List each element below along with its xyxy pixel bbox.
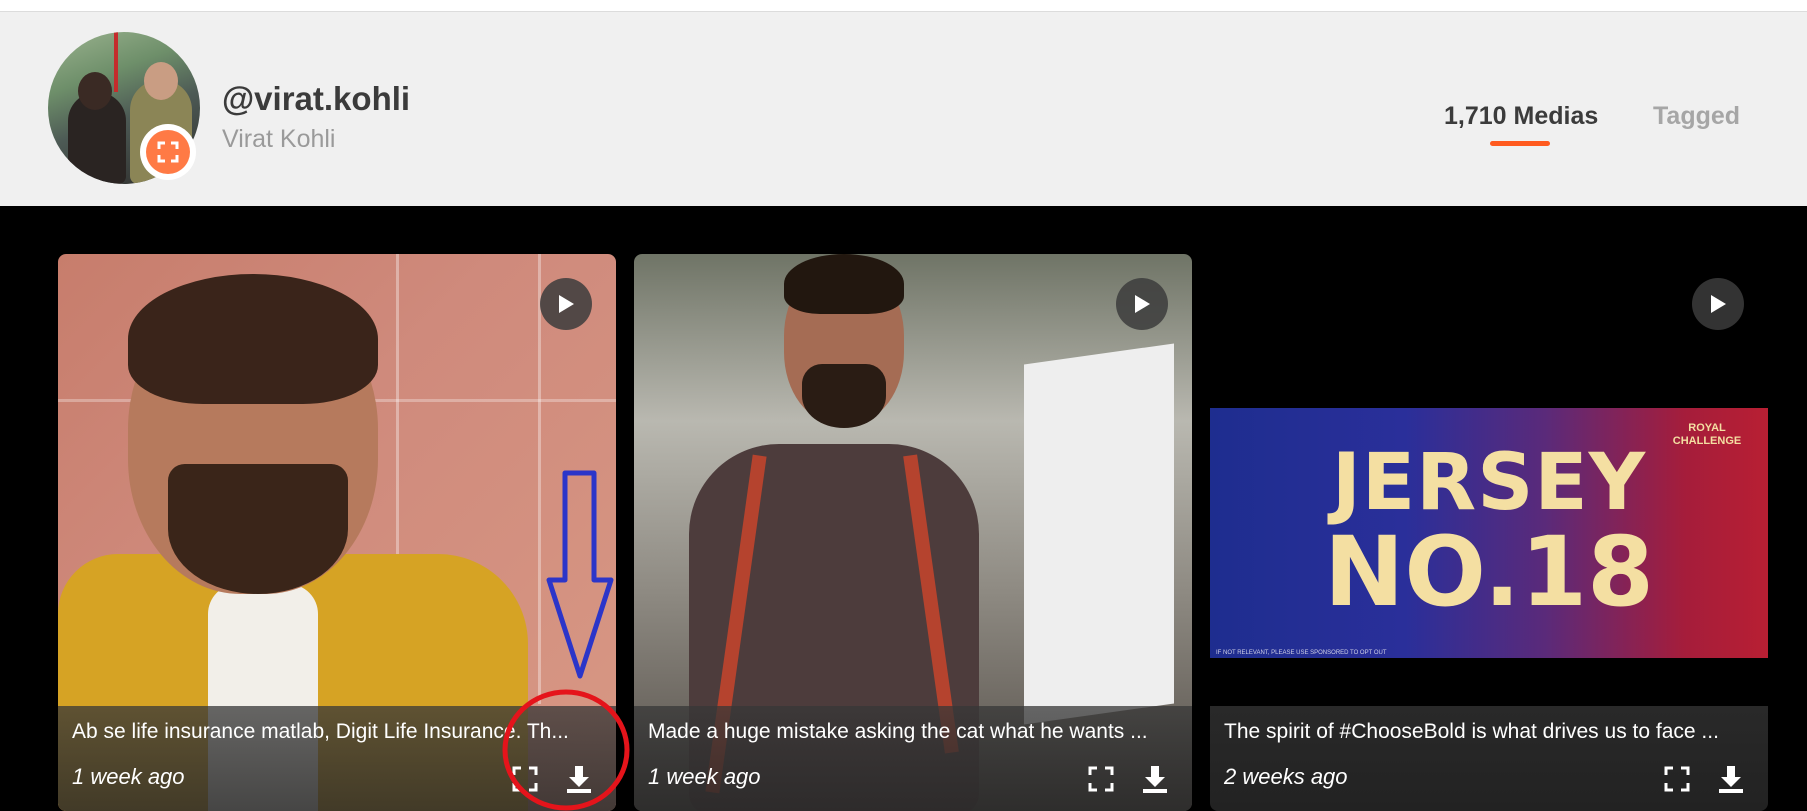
card-info-overlay: Ab se life insurance matlab, Digit Life …: [58, 706, 616, 811]
media-thumbnail: ROYAL CHALLENGE JERSEY NO.18 IF NOT RELE…: [1210, 408, 1768, 658]
media-caption[interactable]: The spirit of #ChooseBold is what drives…: [1224, 720, 1754, 744]
expand-button[interactable]: [1086, 764, 1116, 794]
play-icon: [1711, 295, 1726, 313]
expand-button[interactable]: [510, 764, 540, 794]
play-button[interactable]: [540, 278, 592, 330]
banner-subheadline: NO.18: [1324, 516, 1654, 628]
expand-icon: [157, 141, 179, 163]
top-bar: [0, 0, 1807, 12]
card-info-overlay: The spirit of #ChooseBold is what drives…: [1210, 706, 1768, 811]
expand-icon: [1664, 766, 1690, 792]
post-time: 1 week ago: [648, 764, 761, 789]
expand-button[interactable]: [1662, 764, 1692, 794]
download-icon: [1143, 766, 1167, 793]
media-card[interactable]: Made a huge mistake asking the cat what …: [634, 254, 1192, 811]
expand-icon: [512, 766, 538, 792]
download-icon: [1719, 766, 1743, 793]
play-icon: [1135, 295, 1150, 313]
play-button[interactable]: [1692, 278, 1744, 330]
card-info-overlay: Made a huge mistake asking the cat what …: [634, 706, 1192, 811]
download-icon: [567, 766, 591, 793]
username: @virat.kohli: [222, 80, 411, 117]
post-time: 1 week ago: [72, 764, 185, 789]
media-caption[interactable]: Ab se life insurance matlab, Digit Life …: [72, 720, 602, 744]
media-card[interactable]: Ab se life insurance matlab, Digit Life …: [58, 254, 616, 811]
avatar-container: [48, 32, 200, 184]
expand-icon: [1088, 766, 1114, 792]
media-card[interactable]: ROYAL CHALLENGE JERSEY NO.18 IF NOT RELE…: [1210, 254, 1768, 811]
full-name: Virat Kohli: [222, 125, 336, 153]
download-button[interactable]: [564, 764, 594, 794]
play-button[interactable]: [1116, 278, 1168, 330]
profile-header: @virat.kohli Virat Kohli 1,710 Medias Ta…: [0, 12, 1807, 206]
banner-fine-print: IF NOT RELEVANT, PLEASE USE SPONSORED TO…: [1216, 650, 1387, 656]
active-tab-indicator: [1490, 141, 1550, 146]
tab-medias[interactable]: 1,710 Medias: [1444, 102, 1598, 131]
download-button[interactable]: [1140, 764, 1170, 794]
tab-tagged[interactable]: Tagged: [1653, 102, 1740, 131]
post-time: 2 weeks ago: [1224, 764, 1348, 789]
download-button[interactable]: [1716, 764, 1746, 794]
play-icon: [559, 295, 574, 313]
banner-headline: JERSEY: [1331, 438, 1647, 528]
media-caption[interactable]: Made a huge mistake asking the cat what …: [648, 720, 1178, 744]
avatar-expand-badge[interactable]: [140, 124, 196, 180]
